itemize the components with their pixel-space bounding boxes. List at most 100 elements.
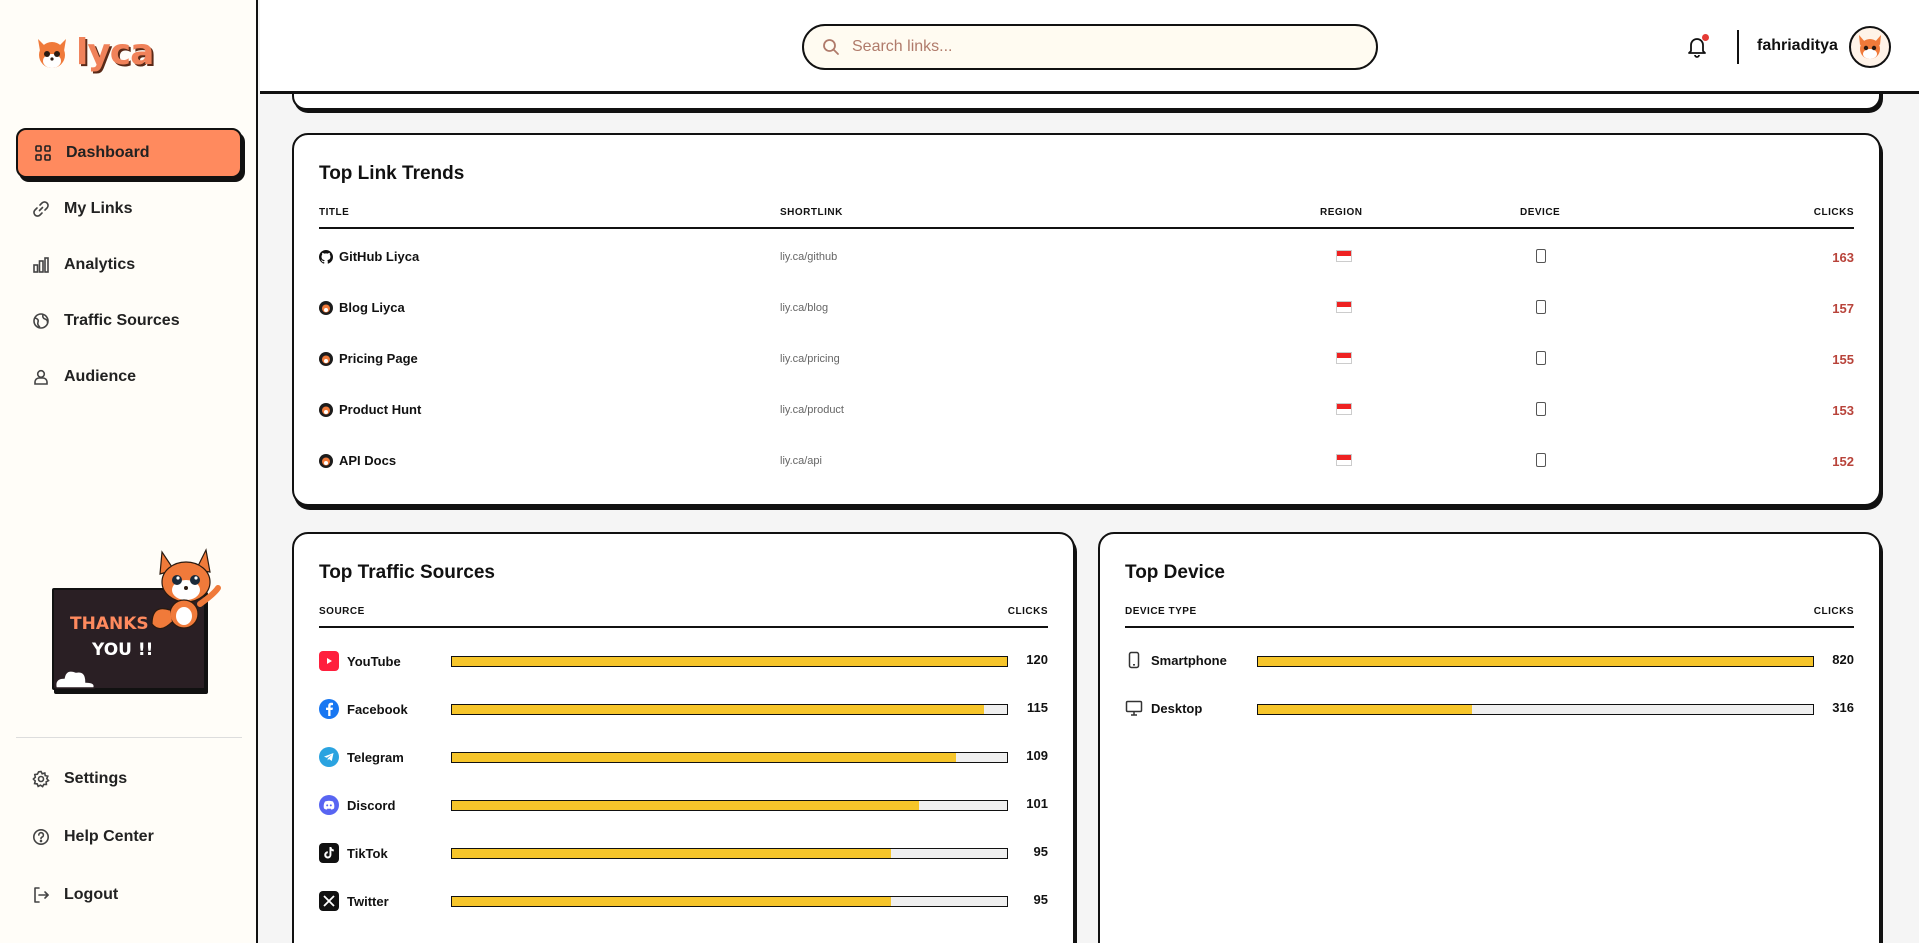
link-title-text: Pricing Page	[339, 351, 418, 366]
link-title: Product Hunt	[319, 402, 421, 417]
col-device-type: DEVICE TYPE	[1125, 606, 1197, 617]
globe-icon	[33, 313, 49, 329]
device-bar	[1257, 704, 1814, 715]
device-bar-fill	[1258, 657, 1813, 666]
source-name: Telegram	[347, 749, 404, 765]
search-input[interactable]	[852, 38, 1332, 56]
nav-logout[interactable]: Logout	[16, 870, 242, 920]
fox-avatar-icon	[1859, 35, 1881, 59]
source-bar-fill	[452, 657, 1007, 666]
card-title: Top Device	[1125, 562, 1225, 583]
link-icon	[33, 201, 49, 217]
source-row[interactable]: Twitter 95	[319, 876, 1048, 924]
source-row[interactable]: YouTube 120	[319, 636, 1048, 684]
top-traffic-sources-card: Top Traffic Sources SOURCE CLICKS YouTub…	[292, 532, 1075, 943]
link-title: GitHub Liyca	[319, 249, 419, 264]
source-label: TikTok	[319, 843, 388, 863]
source-bar	[451, 704, 1008, 715]
shortlink[interactable]: liy.ca/product	[780, 404, 844, 416]
source-row[interactable]: Facebook 115	[319, 684, 1048, 732]
device-name: Desktop	[1151, 700, 1203, 716]
device-row[interactable]: Smartphone 820	[1125, 636, 1854, 684]
nav-label: Analytics	[64, 256, 136, 273]
device-clicks: 316	[1832, 700, 1854, 715]
source-clicks: 95	[1033, 844, 1048, 859]
source-label: Facebook	[319, 699, 408, 719]
source-clicks: 101	[1026, 796, 1048, 811]
promo-line-2: YOU !!	[92, 640, 154, 660]
nav-my-links[interactable]: My Links	[16, 184, 242, 234]
smartphone-icon	[1536, 300, 1546, 314]
shortlink[interactable]: liy.ca/pricing	[780, 353, 840, 365]
source-label: YouTube	[319, 651, 401, 671]
col-device: DEVICE	[1520, 207, 1561, 218]
discord-icon	[319, 795, 339, 815]
brand-logo[interactable]: lyca	[32, 32, 154, 73]
indonesia-flag-icon	[1336, 454, 1352, 466]
source-clicks: 115	[1027, 700, 1048, 715]
shortlink[interactable]: liy.ca/blog	[780, 302, 828, 314]
nav-help-center[interactable]: Help Center	[16, 812, 242, 862]
source-bar-fill	[452, 849, 892, 858]
nav-label: Audience	[64, 368, 137, 385]
source-name: Facebook	[347, 701, 408, 717]
search-bar[interactable]	[802, 24, 1378, 70]
col-shortlink: SHORTLINK	[780, 207, 843, 218]
brand-wordmark: lyca	[76, 32, 154, 73]
clicks-value: 155	[1832, 352, 1854, 367]
table-row[interactable]: Product Hunt liy.ca/product 153	[319, 386, 1854, 437]
nav-analytics[interactable]: Analytics	[16, 240, 242, 290]
source-clicks: 120	[1026, 652, 1048, 667]
smartphone-icon	[1536, 351, 1546, 365]
nav-traffic-sources[interactable]: Traffic Sources	[16, 296, 242, 346]
nav-settings[interactable]: Settings	[16, 754, 242, 804]
link-title-text: Product Hunt	[339, 402, 422, 417]
source-bar	[451, 656, 1008, 667]
device-label: Smartphone	[1125, 651, 1227, 669]
smartphone-icon	[1128, 651, 1140, 669]
source-name: YouTube	[347, 653, 401, 669]
device-clicks: 820	[1832, 652, 1854, 667]
sidebar-divider	[16, 737, 242, 738]
avatar[interactable]	[1849, 26, 1891, 68]
col-clicks: CLICKS	[1007, 606, 1048, 617]
nav-audience[interactable]: Audience	[16, 352, 242, 402]
main-nav: Dashboard My Links Analytics Traffic Sou…	[16, 128, 242, 408]
table-row[interactable]: API Docs liy.ca/api 152	[319, 437, 1854, 488]
shortlink[interactable]: liy.ca/github	[780, 251, 837, 263]
nav-dashboard[interactable]: Dashboard	[16, 128, 242, 178]
thanks-promo: THANKS YOU !!	[52, 548, 224, 690]
shortlink[interactable]: liy.ca/api	[780, 455, 822, 467]
card-title: Top Link Trends	[319, 163, 465, 184]
source-name: Twitter	[347, 893, 389, 909]
header-rule	[319, 626, 1048, 628]
smartphone-icon	[1536, 453, 1546, 467]
source-row[interactable]: Telegram 109	[319, 732, 1048, 780]
indonesia-flag-icon	[1336, 352, 1352, 364]
top-header: fahriaditya	[260, 0, 1919, 94]
username[interactable]: fahriaditya	[1757, 37, 1838, 55]
device-bar-fill	[1258, 705, 1472, 714]
device-row[interactable]: Desktop 316	[1125, 684, 1854, 732]
smartphone-icon	[1536, 402, 1546, 416]
nav-label: My Links	[64, 200, 133, 217]
notification-dot	[1702, 34, 1709, 41]
source-row[interactable]: Discord 101	[319, 780, 1048, 828]
indonesia-flag-icon	[1336, 250, 1352, 262]
youtube-icon	[319, 651, 339, 671]
source-label: Twitter	[319, 891, 389, 911]
source-row[interactable]: TikTok 95	[319, 828, 1048, 876]
table-row[interactable]: Pricing Page liy.ca/pricing 155	[319, 335, 1854, 386]
nav-label: Logout	[64, 886, 119, 903]
source-bar	[451, 800, 1008, 811]
smartphone-icon	[1536, 249, 1546, 263]
link-title-text: Blog Liyca	[339, 300, 405, 315]
clicks-value: 157	[1832, 301, 1854, 316]
desktop-icon	[1125, 700, 1143, 716]
link-title-text: API Docs	[339, 453, 397, 468]
table-row[interactable]: Blog Liyca liy.ca/blog 157	[319, 284, 1854, 335]
fox-icon	[319, 453, 333, 468]
source-bar	[451, 848, 1008, 859]
table-row[interactable]: GitHub Liyca liy.ca/github 163	[319, 233, 1854, 284]
notifications-button[interactable]	[1685, 34, 1709, 58]
